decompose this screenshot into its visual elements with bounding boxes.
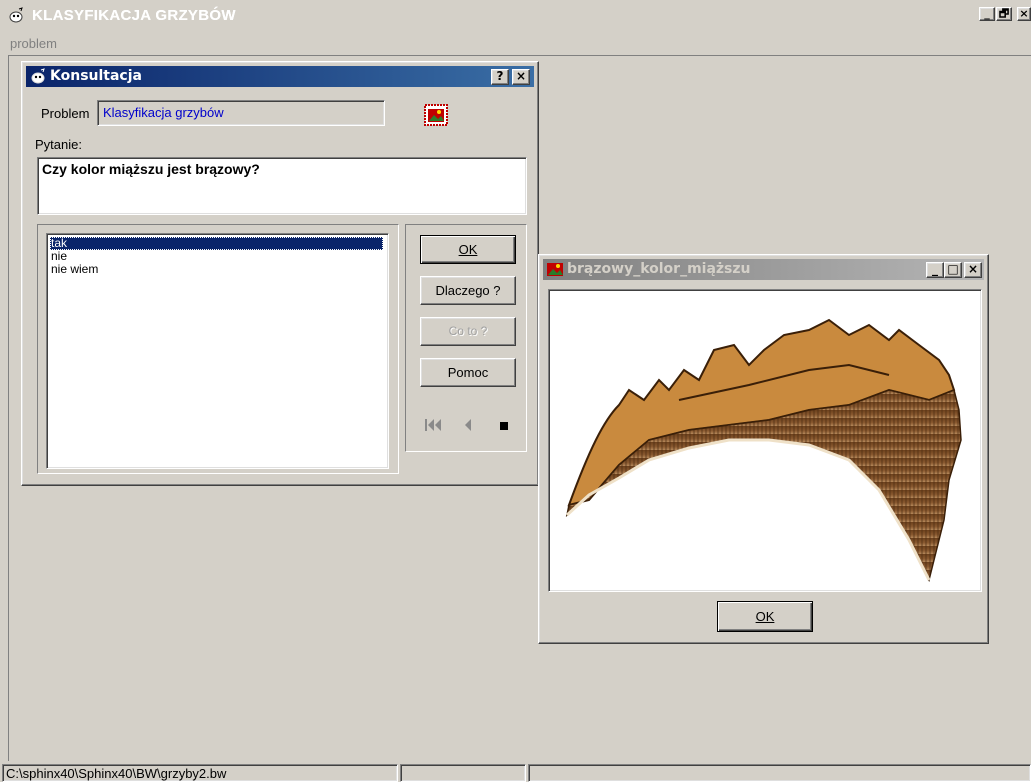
app-icon — [9, 7, 23, 23]
stop-icon[interactable] — [498, 420, 510, 432]
status-pane-2 — [400, 764, 526, 782]
close-button[interactable]: × — [964, 262, 982, 278]
konsultacja-dialog: Konsultacja ? × Problem Klasyfikacja grz… — [21, 61, 539, 486]
dialog-title: Konsultacja — [50, 68, 142, 84]
list-item[interactable]: nie wiem — [50, 263, 383, 276]
main-title-bar: KLASYFIKACJA GRZYBÓW _ 🗗 × — [0, 0, 1031, 32]
close-button[interactable]: × — [1017, 7, 1031, 21]
mushroom-illustration — [565, 318, 962, 583]
minimize-button[interactable]: _ — [926, 262, 944, 278]
question-box: Czy kolor miąższu jest brązowy? — [37, 157, 527, 215]
show-picture-button[interactable] — [424, 104, 448, 126]
co-to-button-label: Co to ? — [448, 324, 488, 338]
status-bar: C:\sphinx40\Sphinx40\BW\grzyby2.bw — [0, 762, 1031, 782]
image-window-title-bar[interactable]: brązowy_kolor_miąższu _ □ × — [543, 259, 984, 280]
first-icon[interactable] — [424, 418, 444, 432]
menu-problem[interactable]: problem — [10, 36, 57, 51]
question-label: Pytanie: — [35, 137, 82, 152]
maximize-button[interactable]: □ — [944, 262, 962, 278]
dlaczego-button[interactable]: Dlaczego ? — [420, 276, 516, 305]
image-window: brązowy_kolor_miąższu _ □ × OK — [538, 254, 989, 644]
problem-value: Klasyfikacja grzybów — [103, 105, 224, 120]
menu-bar: problem — [0, 34, 1031, 54]
app-icon — [31, 68, 45, 84]
answers-listbox[interactable]: tak nie nie wiem — [46, 233, 389, 469]
picture-icon — [424, 104, 448, 126]
mushroom-flesh-image — [548, 289, 982, 592]
co-to-button[interactable]: Co to ? — [420, 317, 516, 346]
dialog-title-bar[interactable]: Konsultacja ? × — [26, 66, 534, 87]
list-item[interactable]: tak — [50, 237, 383, 250]
problem-field: Klasyfikacja grzybów — [97, 100, 385, 126]
status-pane-3 — [528, 764, 1031, 782]
back-icon[interactable] — [462, 418, 474, 432]
image-ok-button[interactable]: OK — [717, 601, 813, 632]
pomoc-button[interactable]: Pomoc — [420, 358, 516, 387]
image-window-title: brązowy_kolor_miąższu — [567, 261, 751, 277]
restore-button[interactable]: 🗗 — [996, 7, 1012, 21]
minimize-button[interactable]: _ — [979, 7, 995, 21]
dlaczego-button-label: Dlaczego ? — [435, 283, 501, 298]
dialog-close-button[interactable]: × — [512, 69, 530, 85]
help-button[interactable]: ? — [491, 69, 509, 85]
buttons-panel: OK Dlaczego ? Co to ? Pomoc — [405, 224, 527, 452]
question-text: Czy kolor miąższu jest brązowy? — [42, 161, 260, 177]
ok-button[interactable]: OK — [420, 235, 516, 264]
status-path: C:\sphinx40\Sphinx40\BW\grzyby2.bw — [2, 764, 398, 782]
image-ok-button-label: OK — [755, 609, 775, 624]
answers-panel: tak nie nie wiem — [37, 224, 399, 474]
problem-label: Problem — [41, 106, 90, 121]
ok-button-label: OK — [458, 242, 478, 257]
list-item[interactable]: nie — [50, 250, 383, 263]
main-window-title: KLASYFIKACJA GRZYBÓW — [32, 7, 236, 24]
pomoc-button-label: Pomoc — [447, 365, 489, 380]
picture-icon — [547, 263, 563, 276]
